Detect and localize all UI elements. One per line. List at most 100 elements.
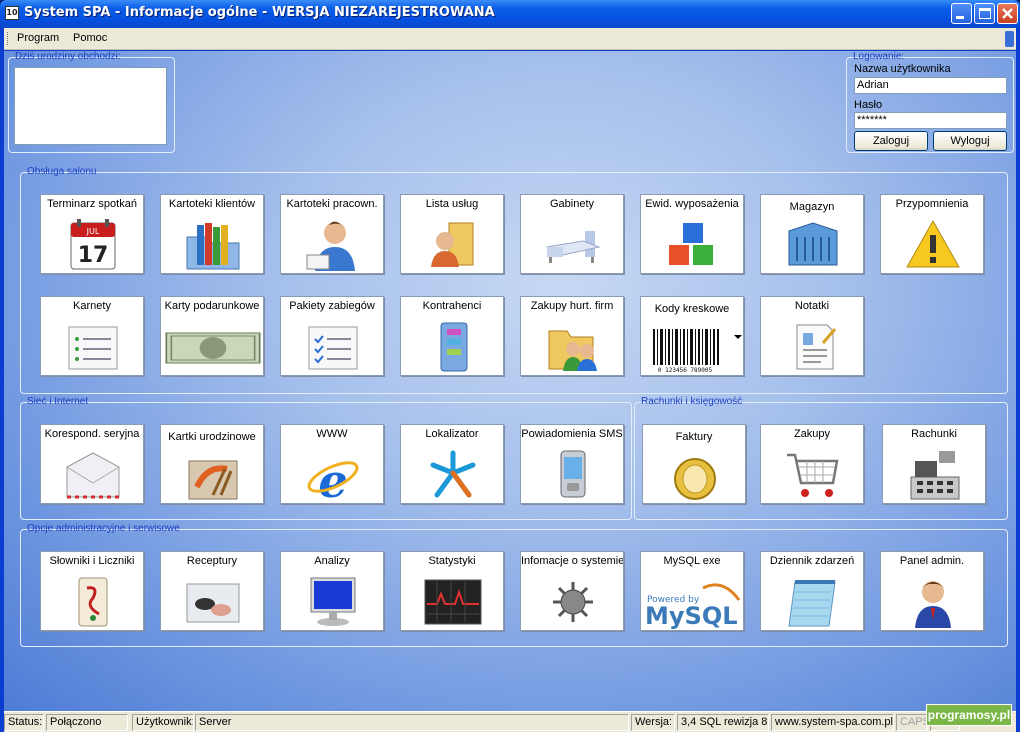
menu-pomoc[interactable]: Pomoc: [73, 32, 107, 44]
tile-kartoteki-klientow[interactable]: Kartoteki klientów: [160, 194, 264, 274]
username-field[interactable]: Adrian: [854, 77, 1007, 94]
notepad-icon: [788, 580, 836, 627]
status-label: Status:: [4, 714, 44, 731]
barcode-dropdown-arrow-icon[interactable]: [734, 335, 742, 339]
accounts-group-label: Rachunki i księgowość: [641, 396, 743, 407]
tile-label: Lista usług: [425, 198, 479, 210]
tile-informacje-o-systemie[interactable]: Infomacje o systemie: [520, 551, 624, 631]
internet-explorer-icon: e: [307, 454, 359, 502]
tile-pakiety-zabiegow[interactable]: Pakiety zabiegów: [280, 296, 384, 376]
tile-label: Kartoteki pracown.: [286, 198, 378, 210]
cosmetics-icon: [186, 583, 240, 623]
tile-label: Karnety: [73, 300, 111, 312]
status-bar: Status: Połączono Użytkownik: Server Wer…: [4, 711, 1016, 732]
tile-label: WWW: [316, 428, 348, 440]
tile-label: Kartoteki klientów: [168, 198, 256, 210]
watermark-badge: programosy.pl: [926, 704, 1012, 726]
tile-zakupy-hurt-firm[interactable]: Zakupy hurt. firm: [520, 296, 624, 376]
tile-kartoteki-pracownikow[interactable]: Kartoteki pracown.: [280, 194, 384, 274]
minimize-button[interactable]: [951, 3, 972, 24]
tile-label: Notatki: [794, 300, 830, 312]
tile-dziennik-zdarzen[interactable]: Dziennik zdarzeń: [760, 551, 864, 631]
tile-karty-podarunkowe[interactable]: Karty podarunkowe: [160, 296, 264, 376]
tile-slowniki-liczniki[interactable]: Słowniki i Liczniki: [40, 551, 144, 631]
logout-button[interactable]: Wyloguj: [933, 131, 1007, 151]
calendar-icon: JUL 17: [70, 219, 116, 270]
tile-kartki-urodzinowe[interactable]: Kartki urodzinowe: [160, 424, 264, 504]
warning-icon: [906, 219, 960, 268]
tile-terminarz-spotkan[interactable]: Terminarz spotkań JUL 17: [40, 194, 144, 274]
dollar-bill-icon: [165, 332, 261, 364]
birthday-list[interactable]: [14, 67, 167, 145]
tile-statystyki[interactable]: Statystyki: [400, 551, 504, 631]
login-group-label: Logowanie:: [853, 51, 905, 62]
title-bar[interactable]: 10 System SPA - Informacje ogólne - WERS…: [0, 0, 1020, 28]
user-label: Użytkownik:: [132, 714, 194, 731]
tile-label: Faktury: [675, 431, 713, 443]
birthday-label: Dziś urodziny obchodzi:: [15, 51, 121, 62]
tile-lokalizator[interactable]: Lokalizator: [400, 424, 504, 504]
tile-zakupy[interactable]: Zakupy: [760, 424, 864, 504]
admin-user-icon: [915, 581, 951, 628]
username-label: Nazwa użytkownika: [854, 63, 951, 75]
tile-panel-admin[interactable]: Panel admin.: [880, 551, 984, 631]
tile-faktury[interactable]: Faktury: [642, 424, 746, 504]
menu-bar: Program Pomoc: [4, 28, 1016, 50]
tile-mysql-exe[interactable]: MySQL exe Powered by MySQL: [640, 551, 744, 631]
tile-ewid-wyposazenia[interactable]: Ewid. wyposażenia: [640, 194, 744, 274]
shopping-cart-icon: [787, 453, 839, 497]
phone-icon: [560, 450, 586, 498]
tile-label: Infomacje o systemie: [521, 555, 623, 567]
tile-label: Kody kreskowe: [654, 303, 730, 315]
tile-magazyn[interactable]: Magazyn: [760, 194, 864, 274]
tile-analizy[interactable]: Analizy: [280, 551, 384, 631]
tile-kontrahenci[interactable]: Kontrahenci: [400, 296, 504, 376]
tile-label: Panel admin.: [899, 555, 965, 567]
coin-icon: [674, 458, 716, 500]
menu-program[interactable]: Program: [17, 32, 59, 44]
monitor-icon: [310, 577, 356, 626]
tile-rachunki[interactable]: Rachunki: [882, 424, 986, 504]
maximize-button[interactable]: [974, 3, 995, 24]
maximize-icon: [979, 8, 991, 19]
folder-person-icon: [431, 222, 474, 267]
svg-text:e: e: [318, 454, 347, 502]
tile-powiadomienia-sms[interactable]: Powiadomienia SMS: [520, 424, 624, 504]
user-value: Server: [195, 714, 629, 731]
mace-icon: [553, 582, 593, 622]
tile-karnety[interactable]: Karnety: [40, 296, 144, 376]
tile-kody-kreskowe[interactable]: Kody kreskowe 0 123456 789005: [640, 296, 744, 376]
tile-label: Ewid. wyposażenia: [645, 198, 739, 210]
website-link[interactable]: www.system-spa.com.pl: [771, 714, 894, 731]
tile-lista-uslug[interactable]: Lista usług: [400, 194, 504, 274]
tile-label: Analizy: [314, 555, 350, 567]
tile-przypomnienia[interactable]: Przypomnienia: [880, 194, 984, 274]
tile-korespond-seryjna[interactable]: Korespond. seryjna: [40, 424, 144, 504]
tile-label: Rachunki: [911, 428, 957, 440]
tile-notatki[interactable]: Notatki: [760, 296, 864, 376]
tile-label: Przypomnienia: [895, 198, 969, 210]
notes-icon: [796, 324, 837, 370]
barcode-digits: 0 123456 789005: [658, 367, 713, 374]
employee-icon: [306, 221, 355, 271]
tile-label: Dziennik zdarzeń: [769, 555, 855, 567]
password-field[interactable]: *******: [854, 112, 1007, 129]
tile-label: Słowniki i Liczniki: [49, 555, 135, 567]
password-label: Hasło: [854, 99, 883, 111]
tile-label: Kartki urodzinowe: [168, 431, 256, 443]
salon-group-label: Obsługa salonu: [27, 166, 97, 177]
tile-label: Gabinety: [549, 198, 595, 210]
barcode-icon: 0 123456 789005: [653, 329, 719, 374]
tile-receptury[interactable]: Receptury: [160, 551, 264, 631]
tile-label: Kontrahenci: [422, 300, 482, 312]
mysql-logo-icon: Powered by MySQL: [645, 583, 741, 629]
close-button[interactable]: [997, 3, 1018, 24]
calendar-month: JUL: [86, 227, 100, 236]
menu-overflow-chevron-icon[interactable]: [1005, 31, 1014, 47]
tile-gabinety[interactable]: Gabinety: [520, 194, 624, 274]
version-value: 3,4 SQL rewizja 8: [677, 714, 769, 731]
login-button[interactable]: Zaloguj: [854, 131, 928, 151]
tile-www[interactable]: WWW e: [280, 424, 384, 504]
minimize-icon: [956, 16, 964, 19]
tile-label: Magazyn: [789, 201, 835, 213]
